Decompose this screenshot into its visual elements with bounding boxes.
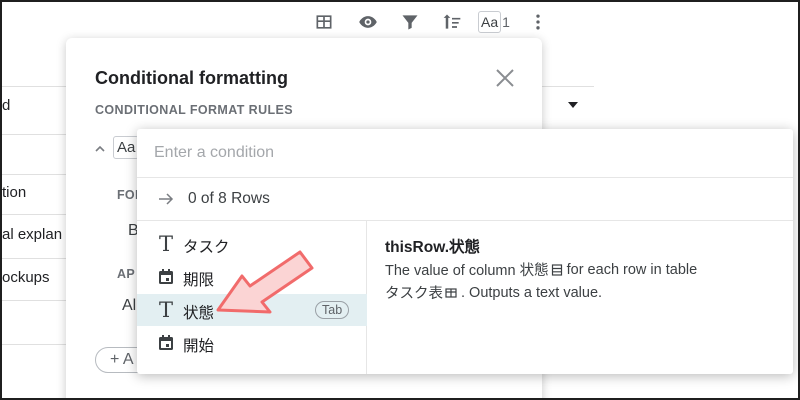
close-icon[interactable]: [494, 67, 516, 89]
table-icon: [445, 287, 457, 298]
panel-title: Conditional formatting: [95, 68, 288, 88]
detail-line-1: The value of column 状態 for each row in t…: [385, 259, 697, 280]
column-icon: [551, 263, 562, 276]
top-toolbar: Aa 1: [310, 8, 554, 36]
text-format-icon[interactable]: Aa 1: [478, 11, 510, 33]
arrow-right-icon: [158, 192, 174, 206]
sort-icon[interactable]: [438, 8, 466, 36]
for-label: FOI: [117, 188, 139, 202]
chevron-up-icon[interactable]: [94, 142, 106, 154]
table-icon[interactable]: [310, 8, 338, 36]
apply-label: AP: [117, 267, 135, 281]
suggestion-label: 開始: [183, 338, 215, 355]
table-cell: ockups: [2, 269, 50, 286]
text-type-icon: T: [158, 232, 173, 256]
detail-line-2-suffix: . Outputs a text value.: [461, 284, 603, 301]
suggestion-item[interactable]: 開始: [137, 327, 367, 359]
detail-line-2: タスク表 . Outputs a text value.: [385, 282, 602, 303]
condition-input[interactable]: [154, 141, 754, 165]
filter-icon[interactable]: [396, 8, 424, 36]
text-format-label: Aa: [478, 11, 502, 33]
rules-heading: CONDITIONAL FORMAT RULES: [95, 103, 294, 117]
calendar-icon: [156, 267, 176, 287]
text-type-icon: T: [158, 298, 173, 322]
eye-icon[interactable]: [354, 8, 382, 36]
detail-line-2-prefix: タスク表: [385, 286, 443, 302]
screen-frame: Aa 1 d tion al explan ockups Conditional…: [0, 0, 800, 400]
table-cell: al explan: [2, 226, 63, 243]
rows-summary-bar: 0 of 8 Rows: [137, 178, 793, 221]
suggestion-label: 状態: [183, 305, 215, 322]
table-cell: d: [2, 97, 11, 114]
calendar-icon: [156, 333, 176, 353]
apply-value[interactable]: Al: [122, 297, 136, 315]
rows-summary: 0 of 8 Rows: [188, 190, 270, 207]
annotation-arrow-icon: [216, 250, 314, 314]
detail-line-1-prefix: The value of column 状態: [385, 263, 549, 279]
table-cell: tion: [2, 184, 27, 201]
chevron-down-icon[interactable]: [568, 102, 578, 108]
rule-style-preview[interactable]: Aa: [113, 136, 140, 159]
suggestion-label: 期限: [183, 272, 215, 289]
detail-title: thisRow.状態: [385, 239, 481, 256]
detail-line-1-suffix: for each row in table: [566, 261, 698, 278]
more-vert-icon[interactable]: [524, 8, 552, 36]
condition-input-row: [137, 129, 793, 178]
text-format-count: 1: [502, 14, 510, 30]
